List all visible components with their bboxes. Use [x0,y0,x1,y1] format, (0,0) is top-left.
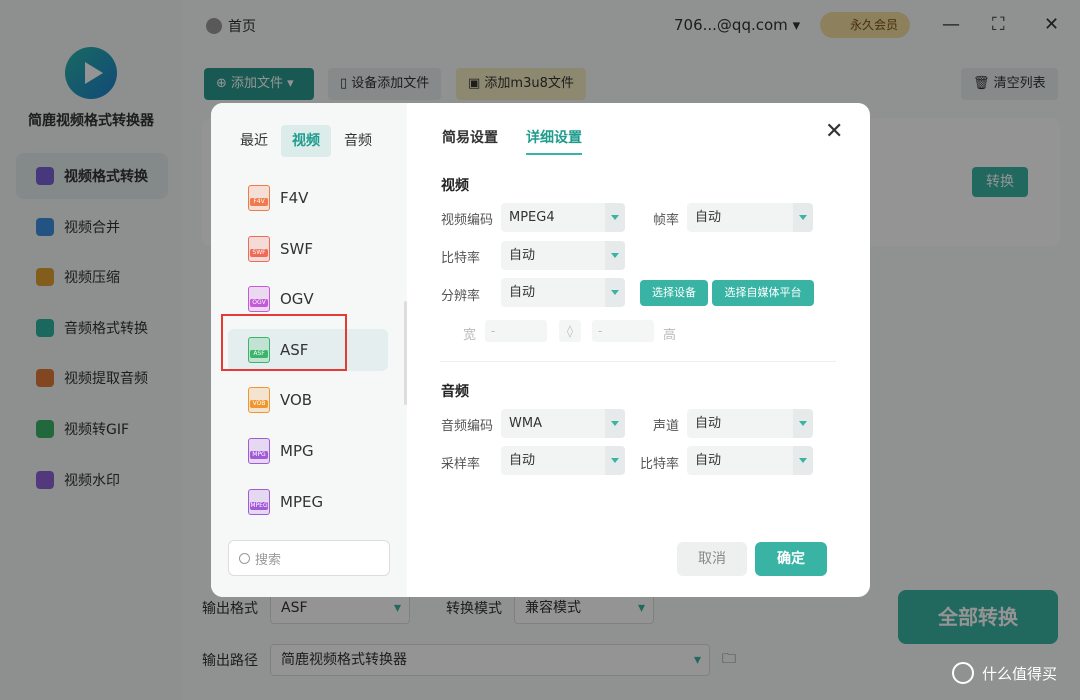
resolution-select[interactable]: 自动 [501,278,625,307]
frame-rate-value: 自动 [695,210,722,225]
settings-panel: 简易设置 详细设置 ✕ 视频 视频编码 MPEG4 帧率 自动 比特率 自动 分辨… [407,103,870,597]
audio-codec-select[interactable]: WMA [501,409,625,438]
format-settings-dialog: 最近 视频 音频 F4V F4V SWF SWF OGV OGV ASF ASF VOB VOB MPG… [211,103,870,597]
format-item-mpeg[interactable]: MPEG MPEG [228,481,388,523]
audio-bitrate-select[interactable]: 自动 [687,446,813,475]
file-format-icon-tag: F4V [250,198,268,206]
file-format-icon: MPEG [248,488,270,515]
bitrate-select[interactable]: 自动 [501,241,625,270]
format-item-mpg[interactable]: MPG MPG [228,430,388,472]
format-search-box[interactable]: 搜索 [228,540,390,576]
format-name: OGV [280,290,314,309]
chevron-down-icon [793,446,813,475]
file-format-icon-tag: MPG [250,450,268,459]
select-platform-button[interactable]: 选择自媒体平台 [712,280,814,306]
file-format-icon: SWF [248,235,270,262]
format-item-vob[interactable]: VOB VOB [228,379,388,421]
video-codec-value: MPEG4 [509,210,555,225]
channel-value: 自动 [695,416,722,431]
audio-bitrate-value: 自动 [695,453,722,468]
channel-select[interactable]: 自动 [687,409,813,438]
settings-tabs: 简易设置 详细设置 [442,127,610,155]
resolution-value: 自动 [509,285,536,300]
category-tabs: 最近 视频 音频 [229,125,385,157]
file-format-icon-tag: SWF [250,248,268,257]
format-name: MPEG [280,492,324,511]
chevron-down-icon [605,203,625,232]
bitrate-label: 比特率 [441,251,481,266]
channel-label: 声道 [653,419,680,434]
file-format-icon-tag: MPEG [250,501,268,510]
settings-tab-1[interactable]: 详细设置 [526,127,582,155]
category-tab-0[interactable]: 最近 [229,125,279,157]
file-format-icon: OGV [248,286,270,313]
watermark-logo-icon [952,662,974,684]
format-name: MPG [280,441,314,460]
category-tab-1[interactable]: 视频 [281,125,331,157]
frame-rate-select[interactable]: 自动 [687,203,813,232]
format-name: SWF [280,239,313,258]
chevron-down-icon [605,278,625,307]
watermark: 什么值得买 [952,662,1057,684]
width-label: 宽 [463,328,477,343]
audio-codec-value: WMA [509,416,542,431]
video-codec-label: 视频编码 [441,213,494,228]
sample-rate-select[interactable]: 自动 [501,446,625,475]
file-format-icon: F4V [248,185,270,211]
sample-rate-label: 采样率 [441,457,481,472]
select-device-button[interactable]: 选择设备 [640,280,708,306]
video-codec-select[interactable]: MPEG4 [501,203,625,232]
audio-bitrate-label: 比特率 [640,457,680,472]
video-section-title: 视频 [441,178,469,194]
bitrate-value: 自动 [509,248,536,263]
file-format-icon-tag: OGV [250,299,268,308]
chevron-down-icon [605,446,625,475]
format-name: F4V [280,189,309,207]
audio-section-title: 音频 [441,384,469,400]
frame-rate-label: 帧率 [653,213,680,228]
file-format-icon-tag: VOB [250,400,268,409]
file-format-icon: MPG [248,437,270,464]
chevron-down-icon [605,409,625,438]
format-item-swf[interactable]: SWF SWF [228,228,388,270]
cancel-button[interactable]: 取消 [677,542,747,576]
audio-codec-label: 音频编码 [441,419,494,434]
width-input[interactable]: - [485,320,547,342]
sample-rate-value: 自动 [509,453,536,468]
file-format-icon: VOB [248,387,270,414]
category-tab-2[interactable]: 音频 [333,125,383,157]
format-name: VOB [280,391,313,410]
confirm-button[interactable]: 确定 [755,542,827,576]
height-input[interactable]: - [592,320,654,342]
format-item-f4v[interactable]: F4V F4V [228,177,388,219]
chevron-down-icon [793,409,813,438]
section-divider [440,361,836,362]
format-picker: 最近 视频 音频 F4V F4V SWF SWF OGV OGV ASF ASF VOB VOB MPG… [211,103,407,597]
link-icon[interactable]: ◊ [559,320,581,342]
chevron-down-icon [605,241,625,270]
resolution-label: 分辨率 [441,289,481,304]
settings-tab-0[interactable]: 简易设置 [442,127,498,155]
chevron-down-icon [793,203,813,232]
search-placeholder: 搜索 [255,552,282,568]
selection-highlight-annotation [221,314,347,371]
search-icon [239,552,250,564]
height-label: 高 [663,328,677,343]
watermark-text: 什么值得买 [982,664,1058,683]
dialog-close-icon[interactable]: ✕ [825,119,843,144]
